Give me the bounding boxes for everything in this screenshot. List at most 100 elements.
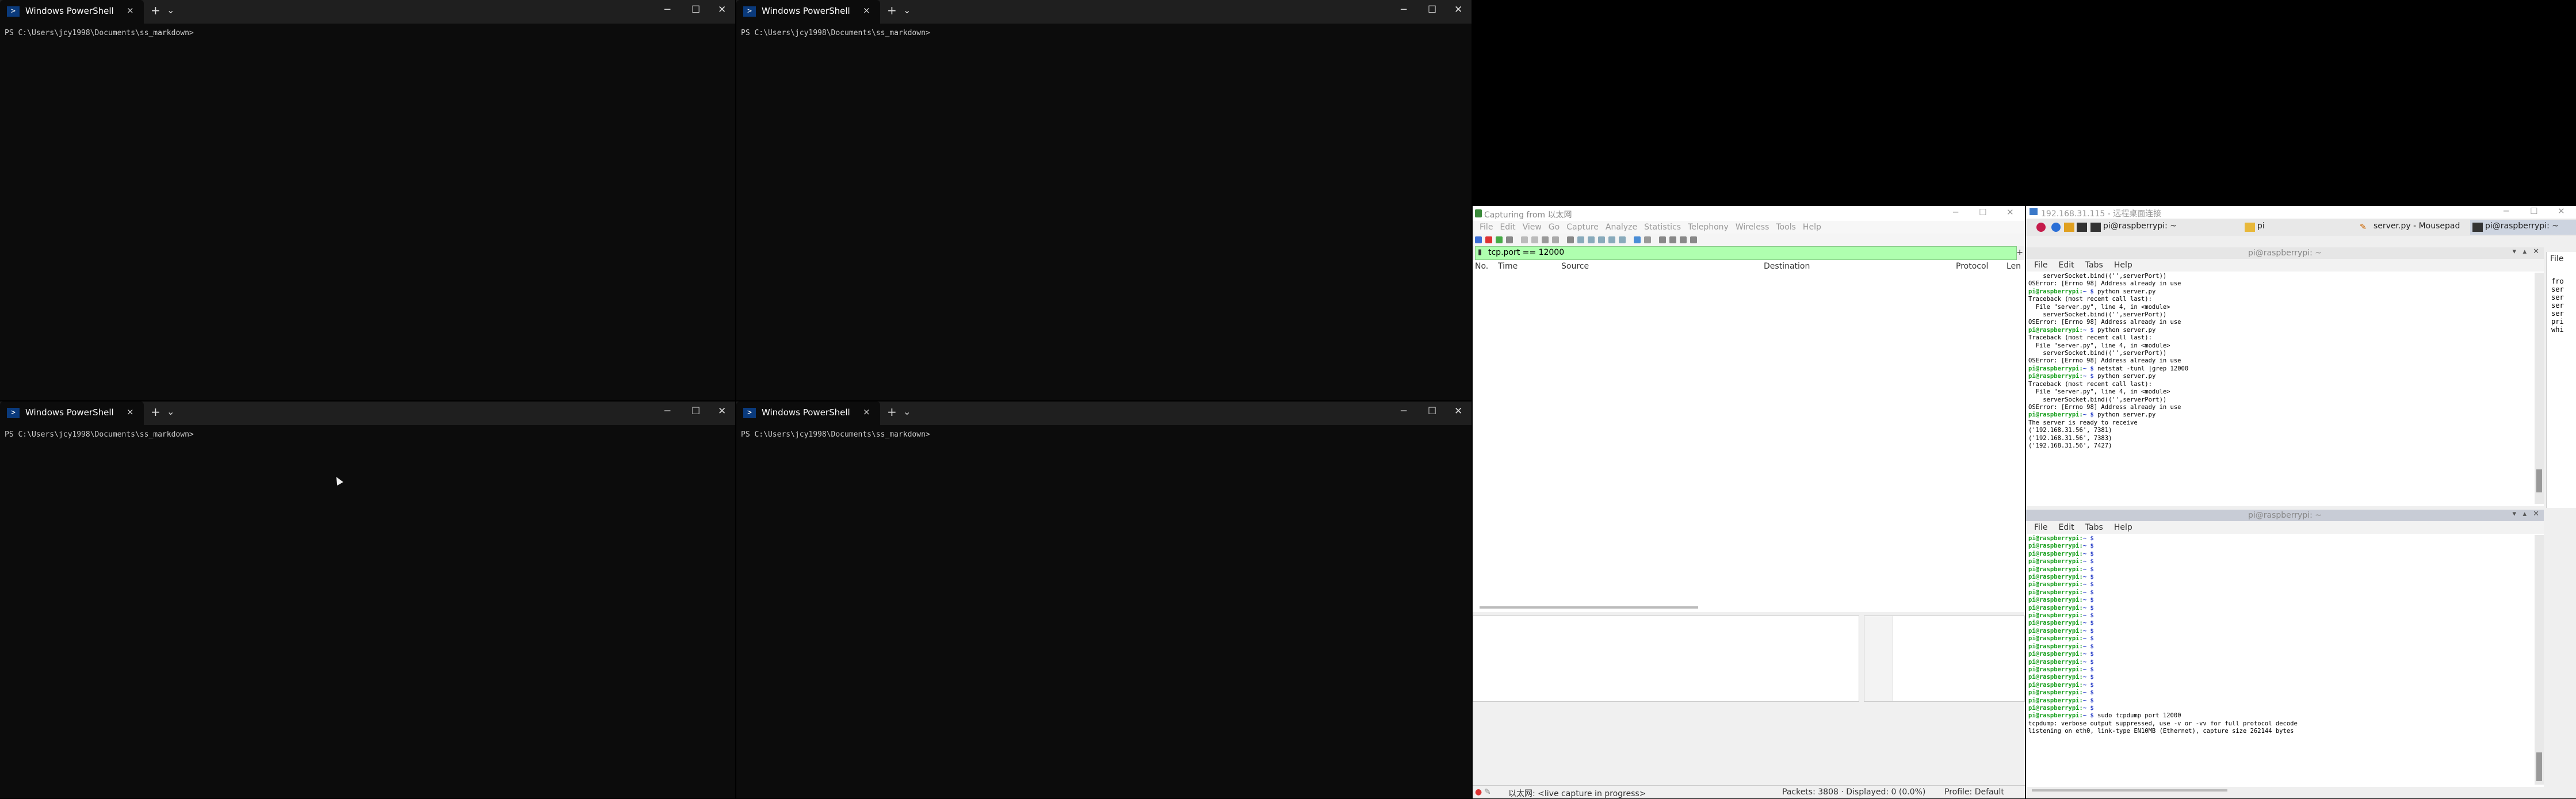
- minimize-button[interactable]: ─: [1401, 4, 1407, 16]
- back-icon[interactable]: [1577, 236, 1584, 243]
- menu-view[interactable]: View: [1523, 221, 1542, 234]
- terminal-title[interactable]: pi@raspberrypi: ~: [2026, 510, 2544, 521]
- title-bar[interactable]: > Windows PowerShell × + ⌄ ─ ☐ ✕: [0, 402, 735, 425]
- menu-capture[interactable]: Capture: [1566, 221, 1599, 234]
- display-filter-input[interactable]: ▮ tcp.port == 12000 +: [1475, 246, 2023, 260]
- find-icon[interactable]: [1567, 236, 1574, 243]
- lxterminal-window-1[interactable]: pi@raspberrypi: ~ ▾ ▴ ✕ File Edit Tabs H…: [2026, 247, 2544, 506]
- task-mousepad[interactable]: server.py - Mousepad: [2374, 221, 2460, 231]
- shell-prompt[interactable]: PS C:\Users\jcy1998\Documents\ss_markdow…: [5, 29, 194, 37]
- new-tab-button[interactable]: +: [887, 3, 897, 17]
- wireshark-window[interactable]: Capturing from 以太网 ─ ☐ ✕ File Edit View Go C…: [1473, 206, 2025, 798]
- menu-file[interactable]: File: [2550, 254, 2563, 263]
- menu-help[interactable]: Help: [2114, 259, 2132, 272]
- close-button[interactable]: ✕: [2533, 510, 2539, 518]
- menu-tabs[interactable]: Tabs: [2085, 259, 2103, 272]
- file-manager-icon[interactable]: [2064, 223, 2074, 232]
- col-protocol[interactable]: Protocol: [1956, 262, 1988, 271]
- powershell-window-top-left[interactable]: > Windows PowerShell × + ⌄ ─ ☐ ✕ PS C:\U…: [0, 0, 735, 400]
- close-button[interactable]: ✕: [1454, 406, 1462, 417]
- vertical-scrollbar[interactable]: [2535, 273, 2544, 504]
- chevron-down-icon[interactable]: ⌄: [167, 5, 174, 16]
- col-no[interactable]: No.: [1475, 262, 1488, 271]
- browser-icon[interactable]: [2051, 223, 2061, 232]
- title-bar[interactable]: > Windows PowerShell × + ⌄ ─ ☐ ✕: [736, 0, 1472, 24]
- minimize-button[interactable]: ─: [664, 4, 670, 16]
- packet-list[interactable]: [1473, 273, 2025, 612]
- menu-edit[interactable]: Edit: [2059, 521, 2074, 534]
- maximize-button[interactable]: ☐: [1428, 4, 1436, 16]
- maximize-button[interactable]: ☐: [1428, 406, 1436, 417]
- scroll-thumb[interactable]: [2536, 752, 2542, 781]
- maximize-button[interactable]: ☐: [691, 406, 700, 417]
- menu-edit[interactable]: Edit: [2059, 259, 2074, 272]
- maximize-button[interactable]: ▴: [2523, 247, 2527, 256]
- bookmark-icon[interactable]: ▮: [1478, 248, 1482, 257]
- tab-powershell[interactable]: > Windows PowerShell ×: [736, 0, 880, 24]
- first-icon[interactable]: [1608, 236, 1615, 243]
- chevron-down-icon[interactable]: ⌄: [167, 406, 174, 417]
- close-button[interactable]: ✕: [718, 406, 726, 417]
- open-icon[interactable]: [1521, 236, 1528, 243]
- col-destination[interactable]: Destination: [1764, 262, 1810, 271]
- new-tab-button[interactable]: +: [151, 405, 160, 419]
- close-file-icon[interactable]: [1542, 236, 1549, 243]
- comment-icon[interactable]: ✎: [1484, 787, 1491, 797]
- menu-file[interactable]: File: [1480, 221, 1493, 234]
- options-icon[interactable]: [1506, 236, 1513, 243]
- tab-powershell[interactable]: > Windows PowerShell ×: [0, 402, 144, 425]
- close-button[interactable]: ✕: [2006, 207, 2014, 217]
- close-button[interactable]: ✕: [2533, 247, 2539, 256]
- tab-close-icon[interactable]: ×: [863, 5, 870, 16]
- restart-capture-icon[interactable]: [1496, 236, 1503, 243]
- menu-telephony[interactable]: Telephony: [1688, 221, 1729, 234]
- remote-desktop-window[interactable]: 192.168.31.115 - 远程桌面连接 ─ ☐ ✕ pi@raspber…: [2026, 206, 2576, 798]
- task-folder-pi[interactable]: pi: [2257, 221, 2265, 231]
- maximize-button[interactable]: ☐: [1979, 207, 1986, 217]
- menu-file[interactable]: File: [2034, 521, 2047, 534]
- menu-help[interactable]: Help: [1803, 221, 1821, 234]
- maximize-button[interactable]: ☐: [691, 4, 700, 16]
- last-icon[interactable]: [1619, 236, 1626, 243]
- apply-filter-button[interactable]: +: [2016, 248, 2023, 257]
- menu-analyze[interactable]: Analyze: [1606, 221, 1637, 234]
- minimize-button[interactable]: ─: [1953, 207, 1958, 217]
- chevron-down-icon[interactable]: ⌄: [903, 406, 911, 417]
- raspberry-menu-icon[interactable]: [2036, 223, 2046, 232]
- expert-info-icon[interactable]: ●: [1475, 787, 1482, 797]
- col-time[interactable]: Time: [1498, 262, 1518, 271]
- horizontal-scrollbar[interactable]: [2032, 789, 2227, 792]
- new-tab-button[interactable]: +: [151, 3, 160, 17]
- mousepad-window-partial[interactable]: File fro ser ser ser ser pri whi: [2546, 252, 2576, 508]
- minimize-button[interactable]: ▾: [2512, 247, 2516, 256]
- terminal-output[interactable]: serverSocket.bind(('',serverPort)) OSErro…: [2028, 273, 2530, 504]
- powershell-window-bottom-right[interactable]: > Windows PowerShell × + ⌄ ─ ☐ ✕ PS C:\U…: [736, 402, 1472, 798]
- vertical-scrollbar[interactable]: [2535, 535, 2544, 785]
- title-bar[interactable]: 192.168.31.115 - 远程桌面连接 ─ ☐ ✕: [2026, 206, 2576, 219]
- menu-tools[interactable]: Tools: [1776, 221, 1796, 234]
- shell-prompt[interactable]: PS C:\Users\jcy1998\Documents\ss_markdow…: [741, 29, 930, 37]
- close-button[interactable]: ✕: [718, 4, 726, 16]
- tab-powershell[interactable]: > Windows PowerShell ×: [736, 402, 880, 425]
- zoom-out-icon[interactable]: [1669, 236, 1676, 243]
- terminal-title[interactable]: pi@raspberrypi: ~: [2026, 247, 2544, 259]
- editor-text[interactable]: fro ser ser ser ser pri whi: [2551, 277, 2564, 334]
- go-to-icon[interactable]: [1598, 236, 1605, 243]
- autoscroll-icon[interactable]: [1634, 236, 1641, 243]
- packet-details-pane[interactable]: [1473, 616, 1859, 702]
- shell-prompt[interactable]: PS C:\Users\jcy1998\Documents\ss_markdow…: [741, 430, 930, 439]
- terminal-icon[interactable]: [2077, 223, 2087, 232]
- title-bar[interactable]: > Windows PowerShell × + ⌄ ─ ☐ ✕: [0, 0, 735, 24]
- title-bar[interactable]: > Windows PowerShell × + ⌄ ─ ☐ ✕: [736, 402, 1472, 425]
- powershell-window-bottom-left[interactable]: > Windows PowerShell × + ⌄ ─ ☐ ✕ PS C:\U…: [0, 402, 735, 798]
- save-icon[interactable]: [1531, 236, 1538, 243]
- minimize-button[interactable]: ▾: [2512, 510, 2516, 518]
- menu-go[interactable]: Go: [1549, 221, 1560, 234]
- powershell-window-top-right[interactable]: > Windows PowerShell × + ⌄ ─ ☐ ✕ PS C:\U…: [736, 0, 1472, 400]
- minimize-button[interactable]: ─: [2504, 206, 2509, 216]
- colorize-icon[interactable]: [1644, 236, 1651, 243]
- forward-icon[interactable]: [1588, 236, 1595, 243]
- minimize-button[interactable]: ─: [664, 406, 670, 417]
- start-capture-icon[interactable]: [1475, 236, 1482, 243]
- scroll-thumb[interactable]: [2536, 469, 2542, 492]
